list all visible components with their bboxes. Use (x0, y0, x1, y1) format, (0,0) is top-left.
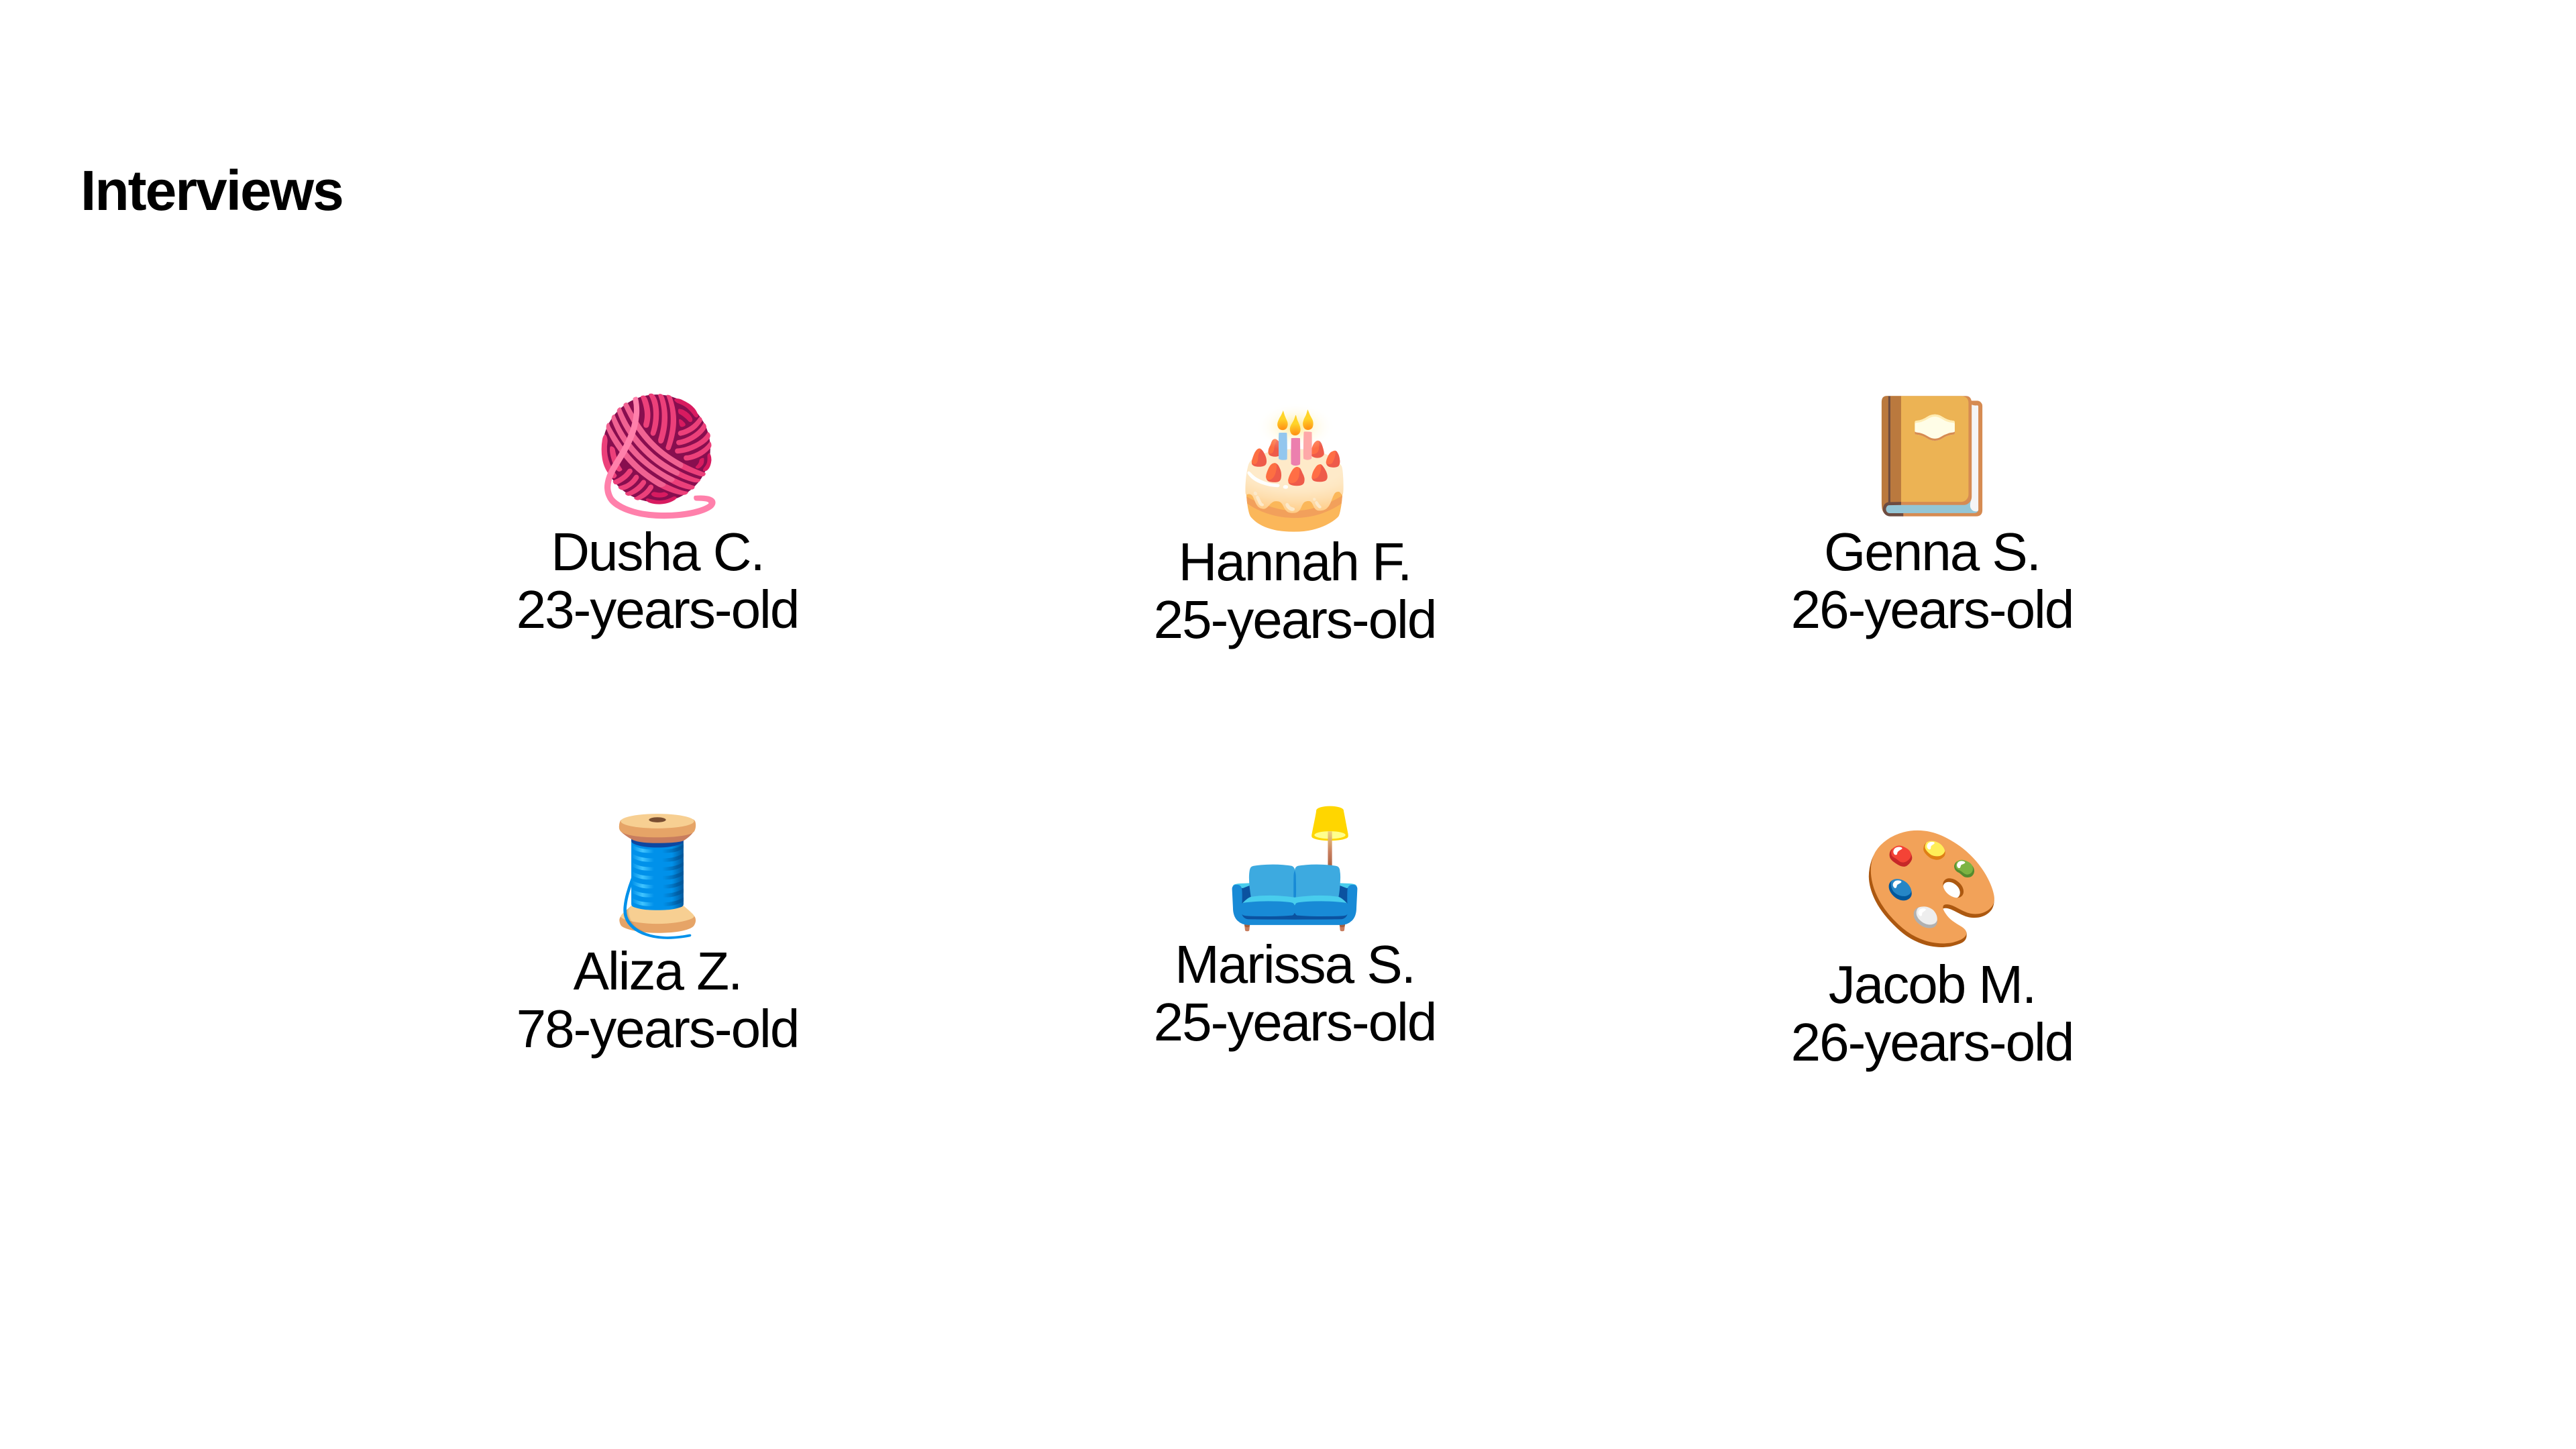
notebook-icon: 📔 (1861, 390, 2003, 523)
interview-card-genna: 📔 Genna S. 26-years-old (1677, 389, 2187, 639)
couch-and-lamp-icon: 🛋️ (1224, 802, 1366, 935)
interviewee-name: Marissa S. (1175, 934, 1416, 994)
interviewee-age: 26-years-old (1790, 580, 2075, 639)
interviewee-age: 25-years-old (1153, 590, 1438, 649)
interview-card-aliza: 🧵 Aliza Z. 78-years-old (402, 808, 912, 1058)
interview-card-marissa: 🛋️ Marissa S. 25-years-old (1040, 802, 1550, 1051)
interviewee-age: 26-years-old (1790, 1012, 2075, 1072)
birthday-cake-icon: 🎂 (1224, 400, 1366, 533)
interviewee-name: Hannah F. (1178, 532, 1413, 592)
interview-card-jacob: 🎨 Jacob M. 26-years-old (1677, 822, 2187, 1071)
interviewee-age: 78-years-old (516, 999, 800, 1059)
yarn-icon: 🧶 (586, 390, 729, 523)
interviewee-name: Dusha C. (551, 522, 765, 582)
interviewee-name: Jacob M. (1828, 955, 2037, 1014)
interviewee-age: 25-years-old (1153, 992, 1438, 1052)
interview-card-hannah: 🎂 Hannah F. 25-years-old (1040, 399, 1550, 649)
artist-palette-icon: 🎨 (1861, 822, 2003, 955)
interviewee-name: Genna S. (1823, 522, 2041, 582)
thread-spool-icon: 🧵 (586, 809, 729, 942)
interviewee-name: Aliza Z. (573, 941, 743, 1001)
interviewee-age: 23-years-old (516, 580, 800, 639)
page-title: Interviews (80, 159, 344, 222)
slide: Interviews 🧶 Dusha C. 23-years-old 🎂 Han… (0, 0, 2576, 1449)
interview-card-dusha: 🧶 Dusha C. 23-years-old (402, 389, 912, 639)
